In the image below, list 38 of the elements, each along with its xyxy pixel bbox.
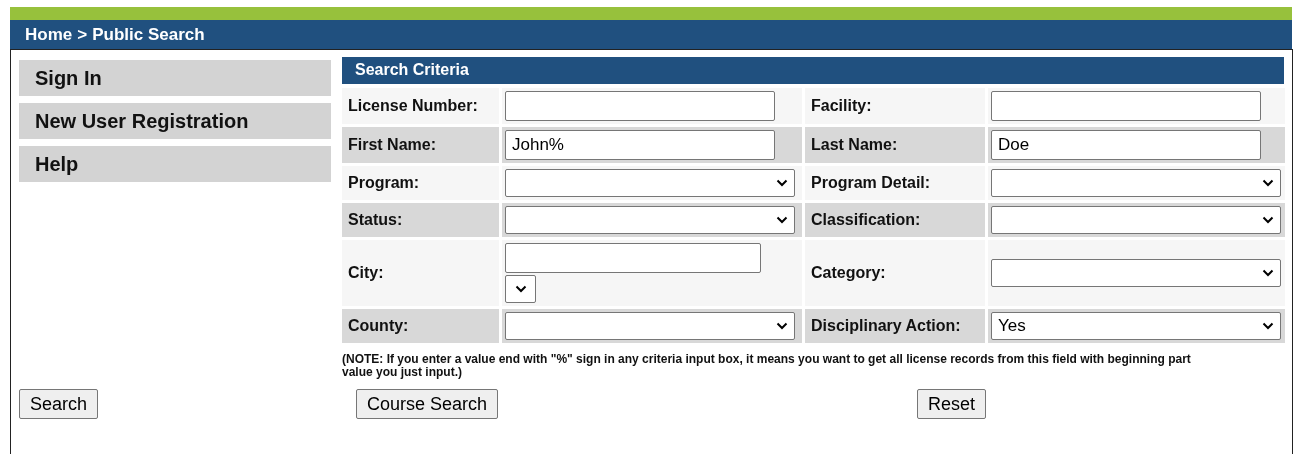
action-button[interactable]: Search <box>19 389 99 419</box>
field-label: Last Name: <box>805 127 985 163</box>
field-label: Status: <box>342 203 499 237</box>
field-label: Program Detail: <box>805 166 985 200</box>
field-label: Disciplinary Action: <box>805 309 985 343</box>
field-label: Program: <box>342 166 499 200</box>
action-button[interactable]: Reset <box>917 389 987 419</box>
text-field[interactable]: Doe <box>991 130 1261 160</box>
note-text: (NOTE: If you enter a value end with "%" sign in any criteria input box, it means you want to get all license records from this field with beginning part value you just input.) <box>342 353 1192 379</box>
field-label: Classification: <box>805 203 985 237</box>
chevron-down-icon <box>514 285 527 293</box>
field-label: First Name: <box>342 127 499 163</box>
chevron-down-icon <box>776 322 788 330</box>
dropdown[interactable] <box>505 275 536 303</box>
field-label: City: <box>342 240 499 306</box>
field-label: Facility: <box>805 88 985 124</box>
field-label: County: <box>342 309 499 343</box>
text-field[interactable]: John% <box>505 130 775 160</box>
breadcrumb-current: Public Search <box>92 24 205 45</box>
chevron-down-icon <box>776 179 788 187</box>
chevron-down-icon <box>1262 216 1274 224</box>
text-field[interactable] <box>505 243 761 273</box>
field-label: Category: <box>805 240 985 306</box>
chevron-down-icon <box>1262 269 1274 277</box>
sidebar-item[interactable]: Sign In <box>19 60 331 96</box>
text-field[interactable] <box>505 91 775 121</box>
field-label: License Number: <box>342 88 499 124</box>
breadcrumb-separator: > <box>77 24 88 45</box>
chevron-down-icon <box>1262 179 1274 187</box>
sidebar-item[interactable]: New User Registration <box>19 103 331 139</box>
sidebar-item[interactable]: Help <box>19 146 331 182</box>
home-link[interactable]: Home <box>25 24 73 45</box>
chevron-down-icon <box>1262 322 1274 330</box>
chevron-down-icon <box>776 216 788 224</box>
section-header: Search Criteria <box>342 57 1284 84</box>
dropdown[interactable]: Yes <box>991 312 1281 340</box>
action-button[interactable]: Course Search <box>356 389 499 419</box>
text-field[interactable] <box>991 91 1261 121</box>
